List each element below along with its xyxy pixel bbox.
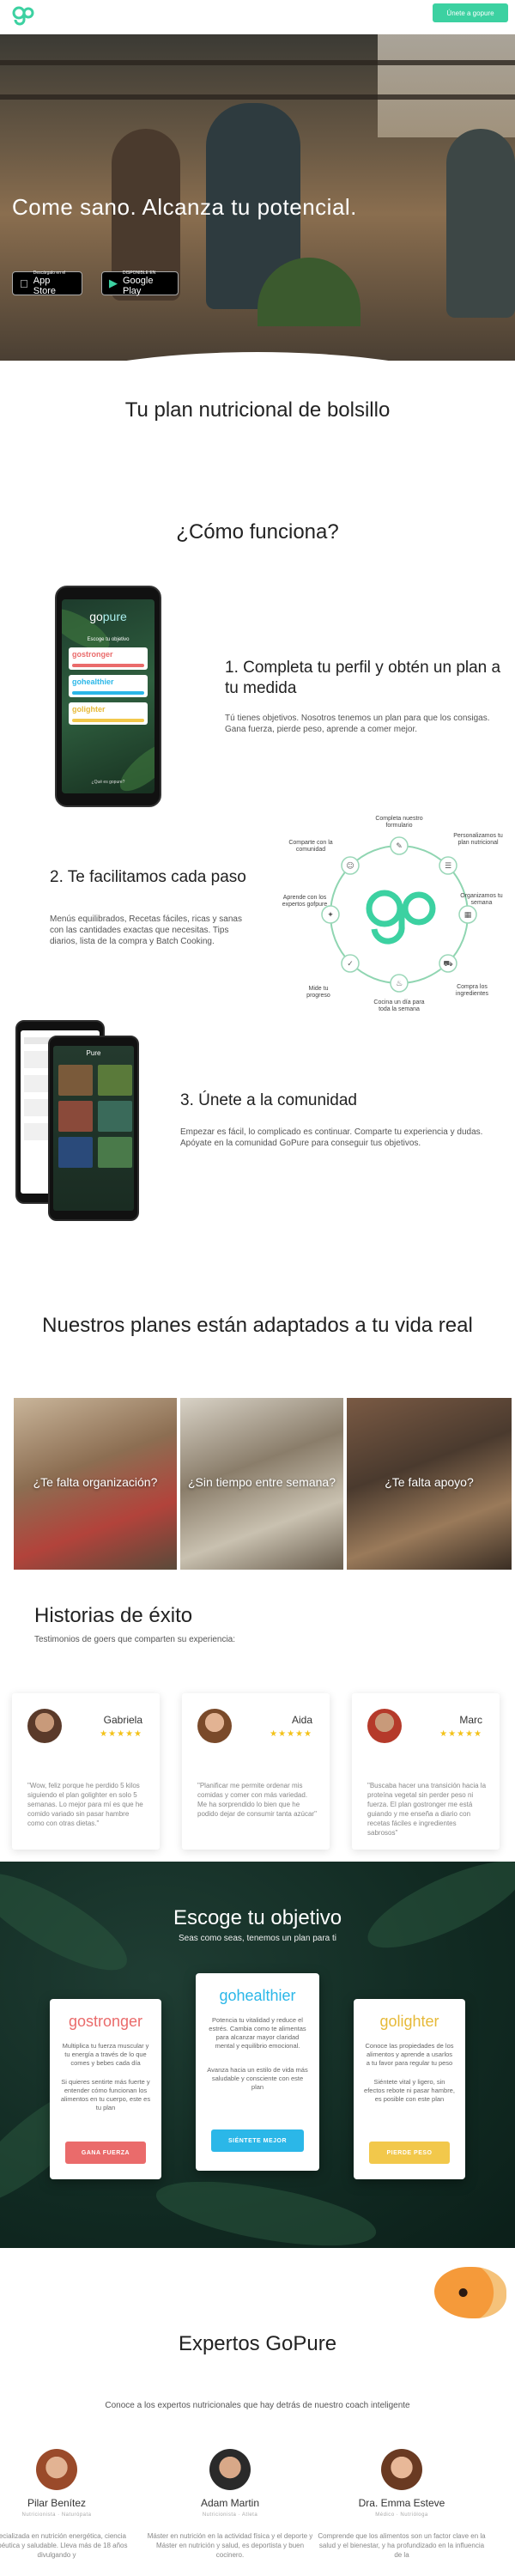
- star-rating: ★★★★★: [439, 1729, 482, 1739]
- lose-weight-button[interactable]: PIERDE PESO: [369, 2142, 450, 2164]
- avatar: [367, 1709, 402, 1743]
- stories-subtitle: Testimonios de goers que comparten su ex…: [34, 1635, 236, 1644]
- goals-section: Escoge tu objetivo Seas como seas, tenem…: [0, 1862, 515, 2248]
- svg-text:▦: ▦: [464, 911, 472, 920]
- goal-card-stronger: gostronger Multiplica tu fuerza muscular…: [50, 1999, 161, 2179]
- tile-support[interactable]: ¿Te falta apoyo?: [347, 1398, 512, 1570]
- expert-avatar: [381, 2449, 422, 2490]
- svg-text:⛟: ⛟: [443, 960, 452, 969]
- svg-text:☺: ☺: [346, 861, 354, 871]
- phone-mockup-plans: gopure Escoge tu objetivo gostronger goh…: [55, 586, 161, 807]
- plan-card-stronger[interactable]: gostronger: [69, 647, 148, 670]
- app-store-button[interactable]:  Descárgalo en elApp Store: [12, 270, 82, 296]
- phone-mockup-community: Pure: [48, 1036, 139, 1221]
- step-1-desc: Tú tienes objetivos. Nosotros tenemos un…: [225, 714, 490, 734]
- testimonial-card: Marc ★★★★★ "Buscaba hacer una transición…: [352, 1693, 500, 1850]
- avatar: [197, 1709, 232, 1743]
- feel-better-button[interactable]: SIÉNTETE MEJOR: [211, 2129, 304, 2152]
- svg-text:✦: ✦: [327, 911, 334, 920]
- stories-title: Historias de éxito: [34, 1604, 193, 1627]
- play-icon: ▶: [109, 276, 118, 289]
- tagline: Tu plan nutricional de bolsillo: [124, 398, 391, 422]
- google-play-button[interactable]: ▶ DISPONIBLE EN Google Play: [101, 270, 179, 296]
- expert-avatar: [209, 2449, 251, 2490]
- goal-card-lighter: golighter Conoce las propiedades de los …: [354, 1999, 465, 2179]
- gopure-logo[interactable]: [12, 5, 34, 27]
- step-3-title: 3. Únete a la comunidad: [180, 1091, 357, 1109]
- svg-text:♨: ♨: [396, 980, 403, 988]
- goals-subtitle: Seas como seas, tenemos un plan para ti: [179, 1934, 336, 1943]
- papaya-image: [434, 2267, 506, 2318]
- step-2-desc: Menús equilibrados, Recetas fáciles, ric…: [50, 914, 242, 946]
- expert-avatar: [36, 2449, 77, 2490]
- goals-title: Escoge tu objetivo: [173, 1906, 342, 1929]
- hero-section: Come sano. Alcanza tu potencial.  Descá…: [0, 34, 515, 361]
- hero-title: Come sano. Alcanza tu potencial.: [12, 194, 357, 220]
- step-2-title: 2. Te facilitamos cada paso: [50, 868, 246, 886]
- gain-strength-button[interactable]: GANA FUERZA: [65, 2142, 146, 2164]
- testimonial-card: Gabriela ★★★★★ "Wow, feliz porque he per…: [12, 1693, 160, 1850]
- plan-card-healthier[interactable]: gohealthier: [69, 675, 148, 697]
- top-bar: Únete a gopure: [0, 0, 515, 34]
- star-rating: ★★★★★: [270, 1729, 312, 1739]
- join-button[interactable]: Únete a gopure: [433, 3, 508, 22]
- testimonial-card: Aida ★★★★★ "Planificar me permite ordena…: [182, 1693, 330, 1850]
- apple-icon: : [20, 277, 28, 290]
- plans-title: Nuestros planes están adaptados a tu vid…: [42, 1314, 473, 1337]
- experts-title: Expertos GoPure: [178, 2332, 337, 2355]
- step-1-title: 1. Completa tu perfil y obtén un plan a …: [225, 659, 501, 697]
- how-title: ¿Cómo funciona?: [176, 520, 339, 544]
- svg-text:✓: ✓: [347, 960, 354, 969]
- phone-logo: gopure: [89, 610, 127, 623]
- tile-no-time[interactable]: ¿Sin tiempo entre semana?: [180, 1398, 343, 1570]
- avatar: [27, 1709, 62, 1743]
- process-cycle-diagram: ✎ ☰ ▦ ⛟ ♨ ✓ ✦ ☺ Completa nuestro formulario Pe…: [282, 816, 503, 1012]
- plan-card-lighter[interactable]: golighter: [69, 702, 148, 725]
- goal-card-healthier: gohealthier Potencia tu vitalidad y redu…: [196, 1973, 319, 2171]
- svg-text:✎: ✎: [396, 842, 403, 851]
- svg-text:☰: ☰: [445, 862, 451, 871]
- step-3-desc: Empezar es fácil, lo complicado es conti…: [180, 1127, 483, 1148]
- star-rating: ★★★★★: [100, 1729, 142, 1739]
- tile-organization[interactable]: ¿Te falta organización?: [14, 1398, 177, 1570]
- experts-subtitle: Conoce a los expertos nutricionales que …: [105, 2401, 410, 2410]
